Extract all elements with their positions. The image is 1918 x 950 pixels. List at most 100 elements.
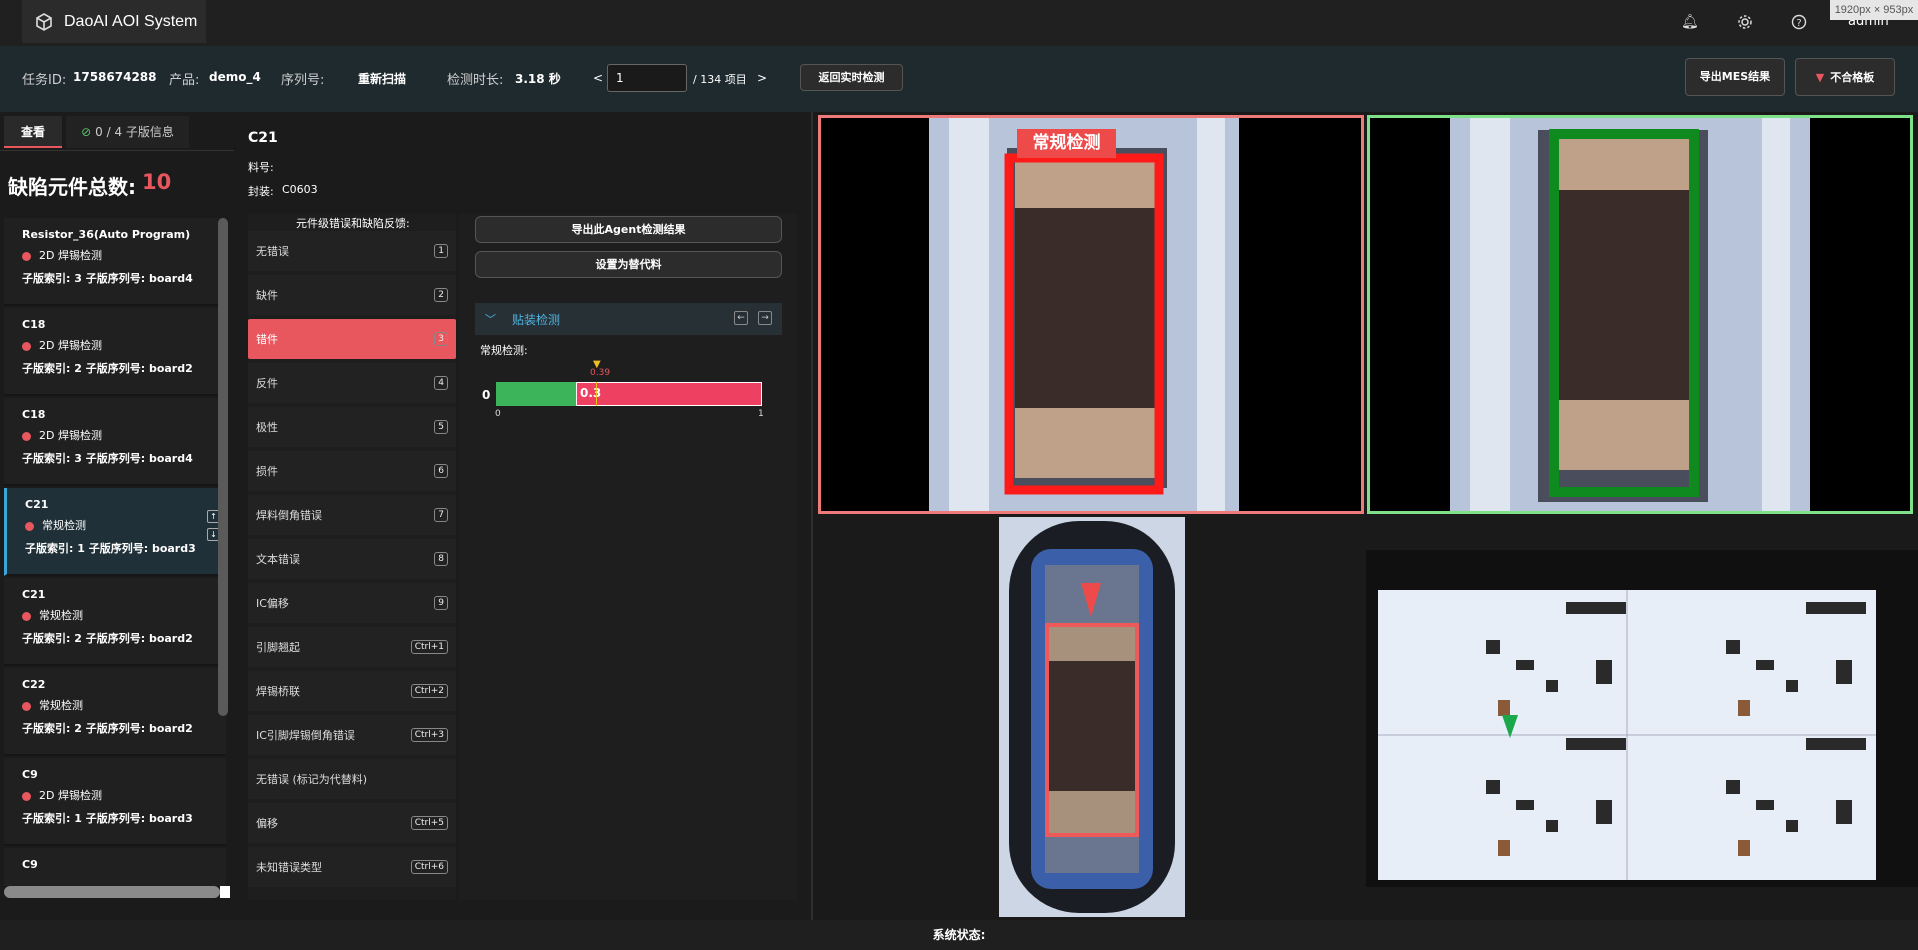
scroll-corner [220, 886, 230, 898]
error-option-missing[interactable]: 缺件 2 [248, 275, 456, 315]
error-label: 焊料倒角错误 [256, 509, 322, 522]
svg-text:?: ? [1796, 18, 1801, 29]
item-name: C18 [22, 318, 46, 331]
board-overview-image-panel[interactable] [1366, 550, 1918, 887]
shortcut-key: 9 [434, 596, 448, 610]
brand[interactable]: DaoAI AOI System [22, 0, 206, 43]
panel-divider [811, 112, 813, 920]
gauge-max: 1 [758, 409, 764, 419]
error-option-wrong-part[interactable]: 错件 3 [248, 319, 456, 359]
item-detect-label: 常规检测 [39, 609, 83, 622]
item-sub: 子版索引: 2 子版序列号: board2 [22, 722, 193, 735]
page-total: / 134 项目 [693, 73, 747, 86]
item-sub: 子版索引: 1 子版序列号: board3 [22, 812, 193, 825]
product-value: demo_4 [209, 70, 261, 84]
chevron-down-icon: ﹀ [485, 313, 496, 326]
bell-icon[interactable]: 🔔︎ [1681, 14, 1699, 30]
error-option-bridge[interactable]: 焊锡桥联 Ctrl+2 [248, 671, 456, 711]
item-detect-label: 2D 焊锡检测 [39, 789, 102, 802]
help-icon[interactable]: ? [1791, 14, 1807, 30]
check-circle-icon: ⊘ [81, 125, 92, 139]
error-option-ic-fillet[interactable]: IC引脚焊锡倒角错误 Ctrl+3 [248, 715, 456, 755]
arrow-left-icon[interactable]: ← [734, 311, 748, 325]
side-view-image-panel[interactable] [999, 517, 1185, 917]
item-sub: 子版索引: 3 子版序列号: board4 [22, 272, 193, 285]
error-option-damaged[interactable]: 损件 6 [248, 451, 456, 491]
defect-image-panel[interactable]: 常规检测 [818, 115, 1364, 514]
error-option-shift[interactable]: 偏移 Ctrl+5 [248, 803, 456, 843]
next-page-button[interactable]: > [757, 71, 767, 85]
set-substitute-button[interactable]: 设置为替代料 [475, 251, 782, 278]
regular-detect-label: 常规检测: [480, 344, 528, 357]
back-live-button[interactable]: 返回实时检测 [800, 64, 903, 91]
list-item[interactable]: Resistor_36(Auto Program) 2D 焊锡检测 子版索引: … [4, 218, 226, 306]
board-overview-image [1378, 590, 1876, 880]
item-detect: 2D 焊锡检测 [22, 246, 226, 266]
error-option-reversed[interactable]: 反件 4 [248, 363, 456, 403]
shortcut-key: 2 [434, 288, 448, 302]
tab-subboard[interactable]: ⊘ 0 / 4 子版信息 [66, 116, 189, 148]
list-item[interactable]: C9 2D 焊锡检测 子版索引: 1 子版序列号: board3 [4, 758, 226, 846]
error-option-ic-offset[interactable]: IC偏移 9 [248, 583, 456, 623]
error-option-none[interactable]: 无错误 1 [248, 231, 456, 271]
reference-image-panel[interactable] [1367, 115, 1913, 514]
overlay-label: 常规检测 [1017, 129, 1116, 158]
status-bar: 系统状态: [0, 920, 1918, 950]
feedback-title: 元件级错误和缺陷反馈: [296, 217, 410, 230]
app-root: { "app": {"title": "DaoAI AOI System", "… [0, 0, 1918, 950]
list-item[interactable]: C9 [4, 848, 226, 888]
vertical-scrollbar[interactable] [218, 218, 228, 716]
item-name: Resistor_36(Auto Program) [22, 228, 191, 241]
list-item-selected[interactable]: C21 常规检测 子版索引: 1 子版序列号: board3 ↑ ↓ [4, 488, 226, 576]
arrow-right-icon[interactable]: → [758, 311, 772, 325]
tab-subboard-label: 0 / 4 子版信息 [95, 125, 174, 139]
error-label: 极性 [256, 421, 278, 434]
gear-icon[interactable] [1737, 14, 1753, 30]
part-number-label: 料号: [248, 161, 274, 174]
shortcut-key: Ctrl+5 [410, 816, 448, 830]
item-detect-label: 2D 焊锡检测 [39, 429, 102, 442]
page-input[interactable] [607, 64, 687, 92]
error-label: 焊锡桥联 [256, 685, 300, 698]
defect-count-label: 缺陷元件总数: [8, 175, 136, 199]
list-item[interactable]: C18 2D 焊锡检测 子版索引: 2 子版序列号: board2 [4, 308, 226, 396]
error-label: 反件 [256, 377, 278, 390]
error-option-lifted-lead[interactable]: 引脚翘起 Ctrl+1 [248, 627, 456, 667]
error-label: 引脚翘起 [256, 641, 300, 654]
side-view-image [1009, 521, 1175, 913]
error-option-polarity[interactable]: 极性 5 [248, 407, 456, 447]
item-sub: 子版索引: 1 子版序列号: board3 [25, 542, 196, 555]
fail-board-label: 不合格板 [1830, 71, 1875, 84]
error-icon [22, 701, 31, 711]
export-mes-button[interactable]: 导出MES结果 [1685, 58, 1785, 96]
error-icon [22, 251, 31, 261]
package-value: C0603 [282, 183, 318, 196]
item-name: C21 [25, 498, 49, 511]
error-option-unknown[interactable]: 未知错误类型 Ctrl+6 [248, 847, 456, 887]
item-detect: 常规检测 [22, 606, 226, 626]
list-item[interactable]: C21 常规检测 子版索引: 2 子版序列号: board2 [4, 578, 226, 666]
score-remainder [576, 382, 762, 406]
component-name: C21 [248, 130, 278, 146]
item-detect-label: 常规检测 [42, 519, 86, 532]
shortcut-key: 1 [434, 244, 448, 258]
list-item[interactable]: C22 常规检测 子版索引: 2 子版序列号: board2 [4, 668, 226, 756]
rescan-button[interactable]: 重新扫描 [358, 70, 406, 87]
list-item[interactable]: C18 2D 焊锡检测 子版索引: 3 子版序列号: board4 [4, 398, 226, 486]
export-agent-button[interactable]: 导出此Agent检测结果 [475, 216, 782, 243]
duration-label: 检测时长: [447, 73, 504, 88]
tab-view[interactable]: 查看 [4, 116, 62, 148]
top-bar: DaoAI AOI System 🔔︎ ? admin 1920px × 953… [0, 0, 1918, 46]
cube-logo-icon [36, 12, 52, 31]
shortcut-key: 3 [434, 332, 448, 346]
error-option-substitute[interactable]: 无错误 (标记为代替料) [248, 759, 456, 799]
item-detect-label: 2D 焊锡检测 [39, 339, 102, 352]
horizontal-scrollbar[interactable] [4, 886, 220, 898]
screen-dims-badge: 1920px × 953px [1830, 0, 1918, 20]
error-option-fillet[interactable]: 焊料倒角错误 7 [248, 495, 456, 535]
error-option-text[interactable]: 文本错误 8 [248, 539, 456, 579]
fail-board-button[interactable]: ▼ 不合格板 [1795, 58, 1895, 96]
item-detect: 2D 焊锡检测 [22, 786, 226, 806]
item-name: C18 [22, 408, 46, 421]
prev-page-button[interactable]: < [593, 71, 603, 85]
